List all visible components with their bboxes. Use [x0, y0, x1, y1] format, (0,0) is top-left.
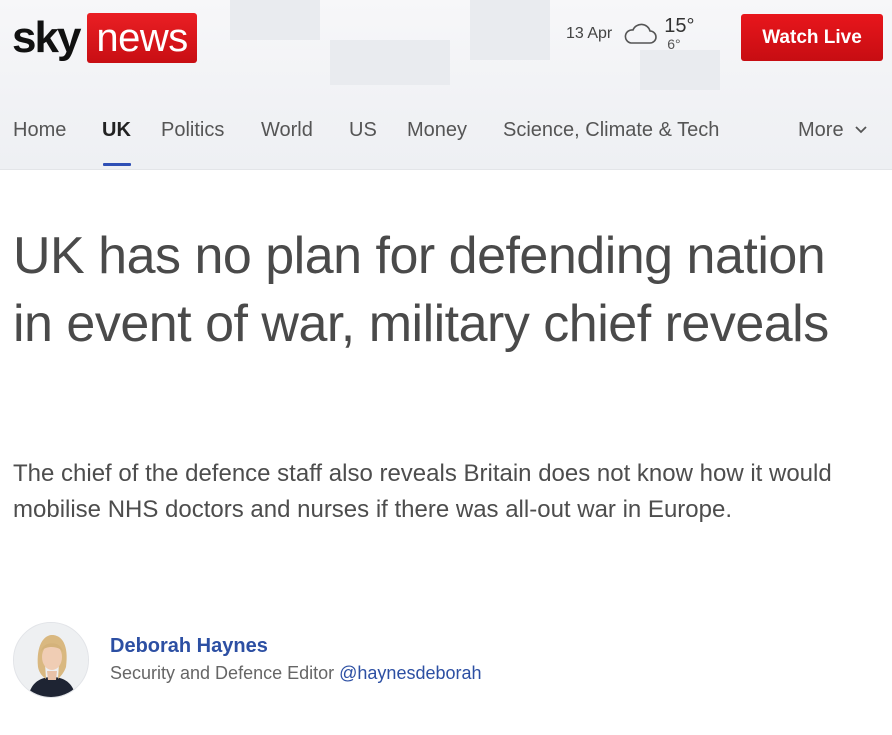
- nav-item-us[interactable]: US: [349, 113, 377, 147]
- background-tile: [640, 50, 720, 90]
- author-details: Deborah Haynes Security and Defence Edit…: [110, 633, 482, 687]
- weather-date: 13 Apr: [566, 24, 613, 42]
- temperature-low: 6°: [667, 36, 681, 52]
- logo-sky-text: sky: [12, 13, 81, 62]
- background-tile: [230, 0, 320, 40]
- weather-widget[interactable]: 13 Apr 15° 6°: [566, 16, 695, 51]
- article-standfirst: The chief of the defence staff also reve…: [13, 460, 832, 523]
- cloud-icon: [624, 23, 658, 44]
- sky-news-logo[interactable]: sky news: [12, 13, 197, 63]
- author-role: Security and Defence Editor: [110, 663, 335, 683]
- author-avatar[interactable]: [13, 622, 89, 698]
- nav-more-label: More: [798, 119, 844, 141]
- nav-more-button[interactable]: More: [798, 113, 868, 147]
- weather-temps: 15° 6°: [664, 16, 694, 51]
- author-twitter-handle-link[interactable]: @haynesdeborah: [339, 663, 481, 683]
- author-byline: Deborah Haynes Security and Defence Edit…: [13, 622, 482, 698]
- chevron-down-icon: [854, 126, 867, 134]
- background-tile: [330, 40, 450, 85]
- author-name-link[interactable]: Deborah Haynes: [110, 633, 482, 659]
- nav-item-politics[interactable]: Politics: [161, 113, 224, 147]
- nav-item-money[interactable]: Money: [407, 113, 467, 147]
- nav-item-science-climate-tech[interactable]: Science, Climate & Tech: [503, 113, 719, 147]
- nav-active-indicator: [103, 163, 131, 166]
- author-portrait-image: [14, 623, 88, 697]
- logo-news-text: news: [87, 13, 197, 63]
- site-header: sky news 13 Apr 15° 6° Watch Live Home U…: [0, 0, 892, 170]
- temperature-high: 15°: [664, 15, 695, 37]
- article-headline: UK has no plan for defending nation in e…: [13, 227, 829, 353]
- watch-live-button[interactable]: Watch Live: [741, 14, 883, 61]
- nav-item-uk[interactable]: UK: [102, 113, 131, 147]
- nav-item-world[interactable]: World: [261, 113, 313, 147]
- author-role-line: Security and Defence Editor @haynesdebor…: [110, 659, 482, 687]
- main-nav: Home UK Politics World US Money Science,…: [0, 113, 892, 166]
- background-tile: [470, 0, 550, 60]
- nav-item-home[interactable]: Home: [13, 113, 66, 147]
